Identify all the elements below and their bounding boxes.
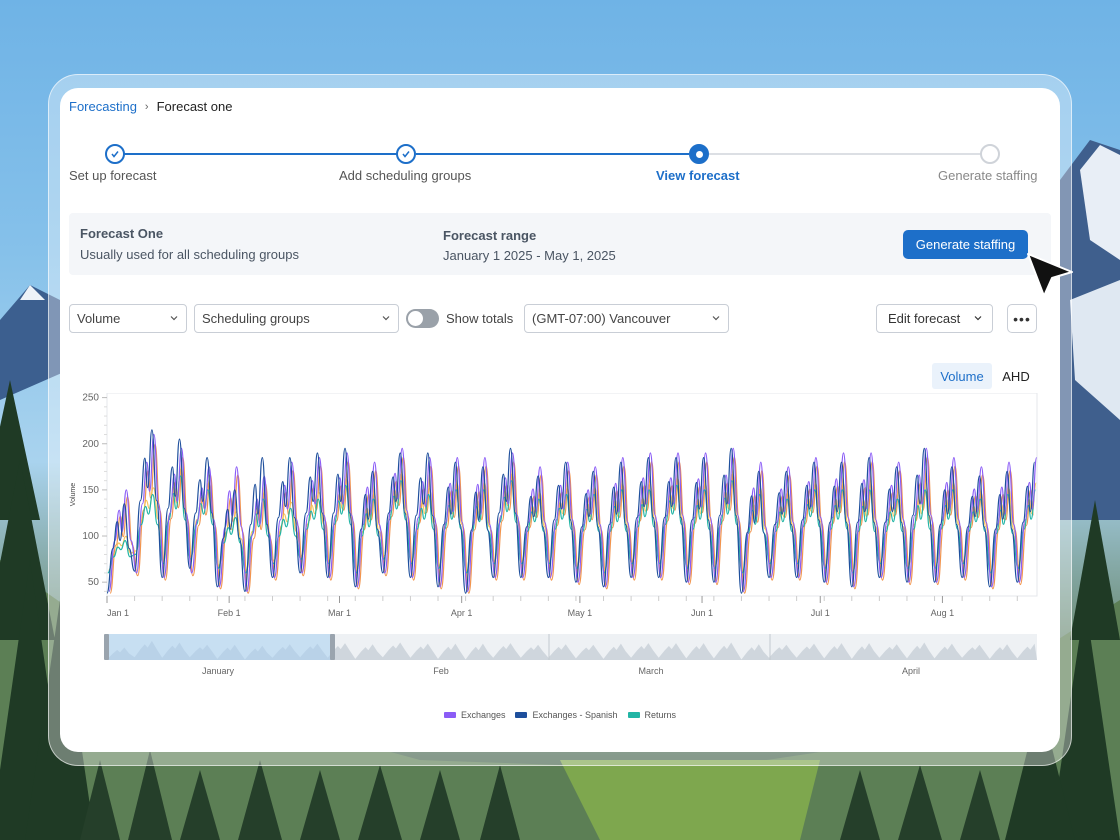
- forecast-line-chart: 50 100 150 200 250 Volume Jan 1 Feb 1 Mar 1 Apr 1…: [70, 393, 1038, 676]
- forecast-card: Forecasting › Forecast one Set up foreca…: [60, 88, 1060, 752]
- step-active-icon: [689, 144, 709, 164]
- navigator-label: April: [902, 666, 920, 676]
- show-totals-label: Show totals: [446, 311, 514, 326]
- step-connector: [124, 153, 406, 155]
- legend-swatch: [515, 712, 528, 718]
- x-tick-label: Aug 1: [931, 608, 955, 618]
- series-line-exchanges[interactable]: [108, 433, 1038, 593]
- y-tick-label: 200: [82, 439, 99, 450]
- x-tick-label: Feb 1: [218, 608, 241, 618]
- y-tick-label: 50: [88, 577, 100, 588]
- chevron-down-icon: [974, 316, 982, 321]
- legend-label: Exchanges: [460, 710, 506, 720]
- generate-staffing-button[interactable]: Generate staffing: [903, 230, 1028, 259]
- x-tick-label: May 1: [568, 608, 593, 618]
- x-tick-label: Jan 1: [107, 608, 129, 618]
- progress-stepper: Set up forecast Add scheduling groups Vi…: [60, 144, 1060, 188]
- step-connector: [709, 153, 981, 155]
- breadcrumb: Forecasting › Forecast one: [69, 99, 232, 114]
- x-tick-label: Mar 1: [328, 608, 351, 618]
- forecast-range-value: January 1 2025 - May 1, 2025: [443, 248, 616, 263]
- metric-select-value: Volume: [77, 311, 121, 326]
- legend-swatch: [627, 712, 640, 718]
- x-tick-label: Apr 1: [451, 608, 473, 618]
- breadcrumb-forecasting-link[interactable]: Forecasting: [69, 99, 137, 114]
- y-tick-label: 100: [82, 531, 99, 542]
- step-connector: [416, 153, 689, 155]
- scheduling-groups-select[interactable]: Scheduling groups: [194, 304, 399, 333]
- step-label-view-forecast[interactable]: View forecast: [656, 168, 740, 183]
- chevron-down-icon: [170, 316, 178, 321]
- chart-legend: Exchanges Exchanges - Spanish Returns: [60, 710, 1060, 720]
- forecast-name: Forecast One: [80, 226, 164, 241]
- legend-swatch: [443, 712, 456, 718]
- y-tick-label: 150: [82, 485, 99, 496]
- x-tick-label: Jul 1: [811, 608, 830, 618]
- step-label-generate-staffing[interactable]: Generate staffing: [938, 168, 1038, 183]
- y-axis-label: Volume: [70, 483, 77, 506]
- legend-label: Exchanges - Spanish: [532, 710, 618, 720]
- navigator-handle-right[interactable]: [330, 634, 335, 660]
- chevron-right-icon: ›: [144, 100, 149, 113]
- view-toggle-ahd[interactable]: AHD: [996, 363, 1036, 389]
- chevron-down-icon: [712, 316, 720, 321]
- breadcrumb-current: Forecast one: [156, 99, 233, 114]
- legend-item-exchanges-spanish[interactable]: Exchanges - Spanish: [515, 710, 618, 720]
- groups-select-value: Scheduling groups: [202, 311, 310, 326]
- show-totals-toggle[interactable]: [406, 309, 439, 328]
- navigator-label: Feb: [433, 666, 449, 676]
- forecast-range-label: Forecast range: [443, 228, 537, 243]
- legend-label: Returns: [644, 710, 677, 720]
- more-options-button[interactable]: •••: [1007, 304, 1037, 333]
- chevron-down-icon: [382, 316, 390, 321]
- navigator-label: March: [638, 666, 663, 676]
- step-pending-icon: [980, 144, 1000, 164]
- edit-forecast-button[interactable]: Edit forecast: [876, 304, 993, 333]
- x-tick-label: Jun 1: [691, 608, 713, 618]
- forecast-description: Usually used for all scheduling groups: [80, 247, 299, 262]
- metric-select[interactable]: Volume: [69, 304, 187, 333]
- navigator-selection[interactable]: [107, 634, 333, 660]
- view-toggle-volume[interactable]: Volume: [932, 363, 992, 389]
- step-label-scheduling-groups[interactable]: Add scheduling groups: [339, 168, 471, 183]
- legend-item-returns[interactable]: Returns: [627, 710, 677, 720]
- step-label-setup[interactable]: Set up forecast: [69, 168, 156, 183]
- y-tick-label: 250: [82, 393, 99, 404]
- edit-forecast-label: Edit forecast: [888, 311, 961, 326]
- navigator-handle-left[interactable]: [104, 634, 109, 660]
- timezone-select-value: (GMT-07:00) Vancouver: [532, 311, 671, 326]
- forecast-info-panel: Forecast One Usually used for all schedu…: [69, 213, 1051, 275]
- timezone-select[interactable]: (GMT-07:00) Vancouver: [524, 304, 729, 333]
- legend-item-exchanges[interactable]: Exchanges: [443, 710, 506, 720]
- step-done-icon: [396, 144, 416, 164]
- step-done-icon: [105, 144, 125, 164]
- navigator-label: January: [202, 666, 235, 676]
- mouse-cursor-icon: [1027, 253, 1073, 297]
